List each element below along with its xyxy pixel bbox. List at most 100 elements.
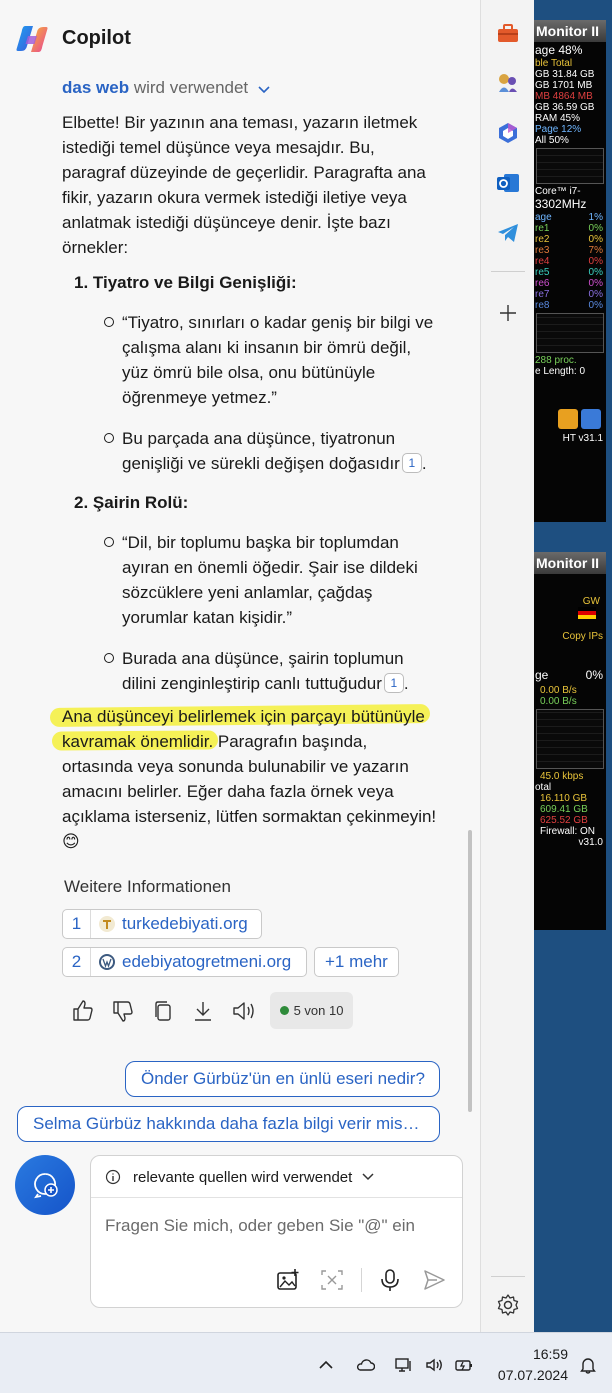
cpu-usage-row: age 1% (534, 212, 606, 223)
more-info-title: Weitere Informationen (64, 877, 231, 896)
widget-stat: GB 36.59 GB (535, 102, 595, 113)
widget-stat: GB 31.84 GB (535, 69, 595, 80)
battery-power-icon[interactable] (454, 1355, 474, 1375)
pager-text: 5 von 10 (293, 1003, 344, 1018)
sidebar-rail (480, 0, 534, 1332)
response-pager: 5 von 10 (270, 992, 353, 1029)
outlook-icon[interactable] (495, 170, 521, 196)
source-mode-label: relevante quellen wird verwendet (133, 1169, 353, 1186)
speaker-icon[interactable] (230, 998, 256, 1024)
notifications-bell-icon[interactable] (578, 1355, 598, 1375)
new-chat-button[interactable] (15, 1155, 75, 1215)
citation-badge[interactable]: 1 (401, 453, 422, 473)
copy-icon[interactable] (150, 998, 176, 1024)
widget-stat: Page 12% (535, 124, 582, 135)
suggestion-button-1[interactable]: Önder Gürbüz'ün en ünlü eseri nedir? (125, 1061, 440, 1097)
core-value: 0% (588, 289, 603, 300)
settings-gear-icon[interactable] (495, 1292, 521, 1318)
chat-input[interactable] (105, 1216, 445, 1236)
widget-title: Monitor II (534, 20, 606, 42)
source-label: turkedebiyati.org (122, 914, 248, 933)
copilot-app-icon[interactable] (495, 120, 521, 146)
send-icon[interactable] (421, 1267, 447, 1293)
list-title: Şairin Rolü: (92, 493, 189, 512)
chevron-up-icon[interactable] (316, 1355, 336, 1375)
bullet-text: “Dil, bir toplumu başka bir toplumdan ay… (122, 533, 418, 627)
suggestion-button-2[interactable]: Selma Gürbüz hakkında daha fazla bilgi v… (17, 1106, 440, 1142)
more-sources-button[interactable]: +1 mehr (314, 947, 399, 977)
microphone-icon[interactable] (377, 1267, 403, 1293)
germany-flag-icon (534, 607, 606, 631)
header: Copilot (0, 0, 480, 70)
gateway-label: GW (582, 596, 600, 607)
info-icon (105, 1169, 121, 1185)
add-image-icon[interactable] (275, 1267, 301, 1293)
upload-total: 609.41 GB (540, 804, 588, 815)
cpu-graph (536, 313, 604, 353)
source-toggle[interactable]: das web wird verwendet (62, 78, 271, 98)
core-label: re2 (535, 234, 550, 245)
core-row: re6 0% (534, 278, 606, 289)
core-value: 0% (588, 256, 603, 267)
clock-time[interactable]: 16:59 (526, 1346, 568, 1362)
source-chip-1[interactable]: 1 turkedebiyati.org (62, 909, 262, 939)
bullet (104, 653, 114, 663)
clock-date[interactable]: 07.07.2024 (490, 1367, 568, 1383)
games-icon[interactable] (495, 70, 521, 96)
add-icon[interactable] (495, 300, 521, 326)
new-chat-icon (34, 1173, 58, 1199)
link-speed: 45.0 kbps (540, 771, 584, 782)
divider (361, 1268, 362, 1292)
core-label: re7 (535, 289, 550, 300)
network-icon[interactable] (394, 1355, 414, 1375)
usage-value: 0% (585, 668, 603, 682)
core-value: 0% (588, 300, 603, 311)
total-label: otal (535, 782, 552, 793)
memory-graph (536, 148, 604, 184)
divider (491, 1276, 525, 1277)
copilot-panel: Copilot das web wird verwendet Elbette! … (0, 0, 480, 1332)
list-number: 1. (74, 273, 89, 292)
widget-stat: All 50% (535, 135, 569, 146)
core-value: 0% (588, 267, 603, 278)
core-label: re6 (535, 278, 550, 289)
copilot-logo-icon (16, 26, 48, 52)
screenshot-icon[interactable] (319, 1267, 345, 1293)
thumbs-up-icon[interactable] (70, 998, 96, 1024)
widget-stat: GB 1701 MB (535, 80, 593, 91)
logout-icon[interactable] (580, 409, 601, 429)
onedrive-cloud-icon[interactable] (355, 1355, 375, 1375)
toolbox-icon[interactable] (495, 20, 521, 46)
core-row: re2 0% (534, 234, 606, 245)
volume-icon[interactable] (424, 1355, 444, 1375)
download-rate: 0.00 B/s (540, 696, 577, 707)
core-row: re4 0% (534, 256, 606, 267)
core-value: 7% (588, 245, 603, 256)
net-usage-row: ge 0% (534, 668, 606, 685)
response-intro: Elbette! Bir yazının ana teması, yazarın… (62, 113, 426, 257)
widget-stat: age 48% (535, 43, 583, 57)
cpu-speed: 3302MHz (535, 197, 587, 211)
upload-rate: 0.00 B/s (540, 685, 577, 696)
citation-badge[interactable]: 1 (383, 673, 404, 693)
scrollbar[interactable] (468, 830, 472, 1112)
bullet (104, 317, 114, 327)
telegram-icon[interactable] (495, 220, 521, 246)
widget-footer: HT v31.1 (562, 433, 603, 444)
source-mode-selector[interactable]: relevante quellen wird verwendet (91, 1156, 462, 1198)
source-number: 1 (63, 910, 91, 938)
thumbs-down-icon[interactable] (110, 998, 136, 1024)
status-dot (279, 1006, 289, 1015)
usage-value: 1% (588, 212, 603, 223)
source-number: 2 (63, 948, 91, 976)
source-label: edebiyatogretmeni.org (122, 952, 292, 971)
core-label: re1 (535, 223, 550, 234)
source-chip-2[interactable]: 2 edebiyatogretmeni.org (62, 947, 307, 977)
download-icon[interactable] (190, 998, 216, 1024)
divider (491, 271, 525, 272)
usage-label: ge (535, 668, 549, 682)
core-value: 0% (588, 278, 603, 289)
power-icon[interactable] (558, 409, 578, 429)
copy-ips-button[interactable]: Copy IPs (534, 631, 606, 642)
